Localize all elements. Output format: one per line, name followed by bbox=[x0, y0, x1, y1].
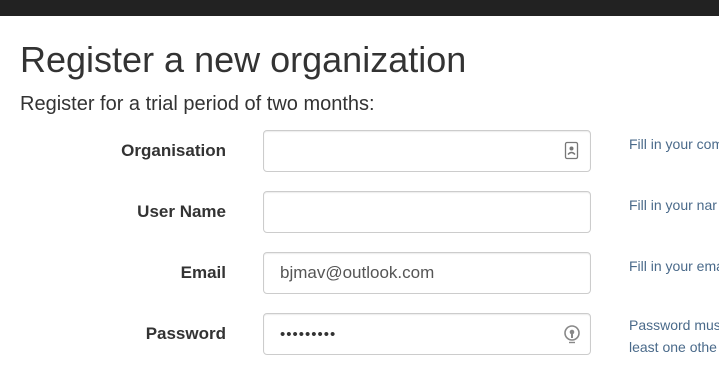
organisation-help: Fill in your com bbox=[629, 136, 719, 152]
email-field-container bbox=[263, 252, 591, 294]
password-help-line-2: least one othe bbox=[629, 339, 717, 355]
organisation-row: Organisation Fill in your com bbox=[0, 130, 719, 172]
username-help: Fill in your nar bbox=[629, 197, 717, 213]
password-manager-icon[interactable] bbox=[563, 324, 581, 344]
password-input[interactable] bbox=[264, 314, 570, 354]
page-subtitle: Register for a trial period of two month… bbox=[20, 93, 375, 115]
email-input[interactable] bbox=[264, 253, 570, 293]
username-field-container bbox=[263, 191, 591, 233]
organisation-input[interactable] bbox=[264, 131, 570, 171]
username-row: User Name Fill in your nar bbox=[0, 191, 719, 233]
top-navbar bbox=[0, 0, 719, 16]
password-label: Password bbox=[145, 324, 226, 343]
password-help: Password mus least one othe bbox=[629, 314, 719, 358]
email-row: Email Fill in your ema bbox=[0, 252, 719, 294]
contact-card-icon[interactable] bbox=[563, 141, 581, 161]
username-label: User Name bbox=[137, 202, 226, 221]
page-title: Register a new organization bbox=[20, 39, 467, 80]
password-help-line-1: Password mus bbox=[629, 317, 719, 333]
email-label: Email bbox=[180, 263, 226, 282]
password-row: Password Password mus least one othe bbox=[0, 313, 719, 355]
organisation-field-container bbox=[263, 130, 591, 172]
username-input[interactable] bbox=[264, 192, 570, 232]
email-help: Fill in your ema bbox=[629, 258, 719, 274]
organisation-label: Organisation bbox=[121, 141, 226, 160]
password-field-container bbox=[263, 313, 591, 355]
